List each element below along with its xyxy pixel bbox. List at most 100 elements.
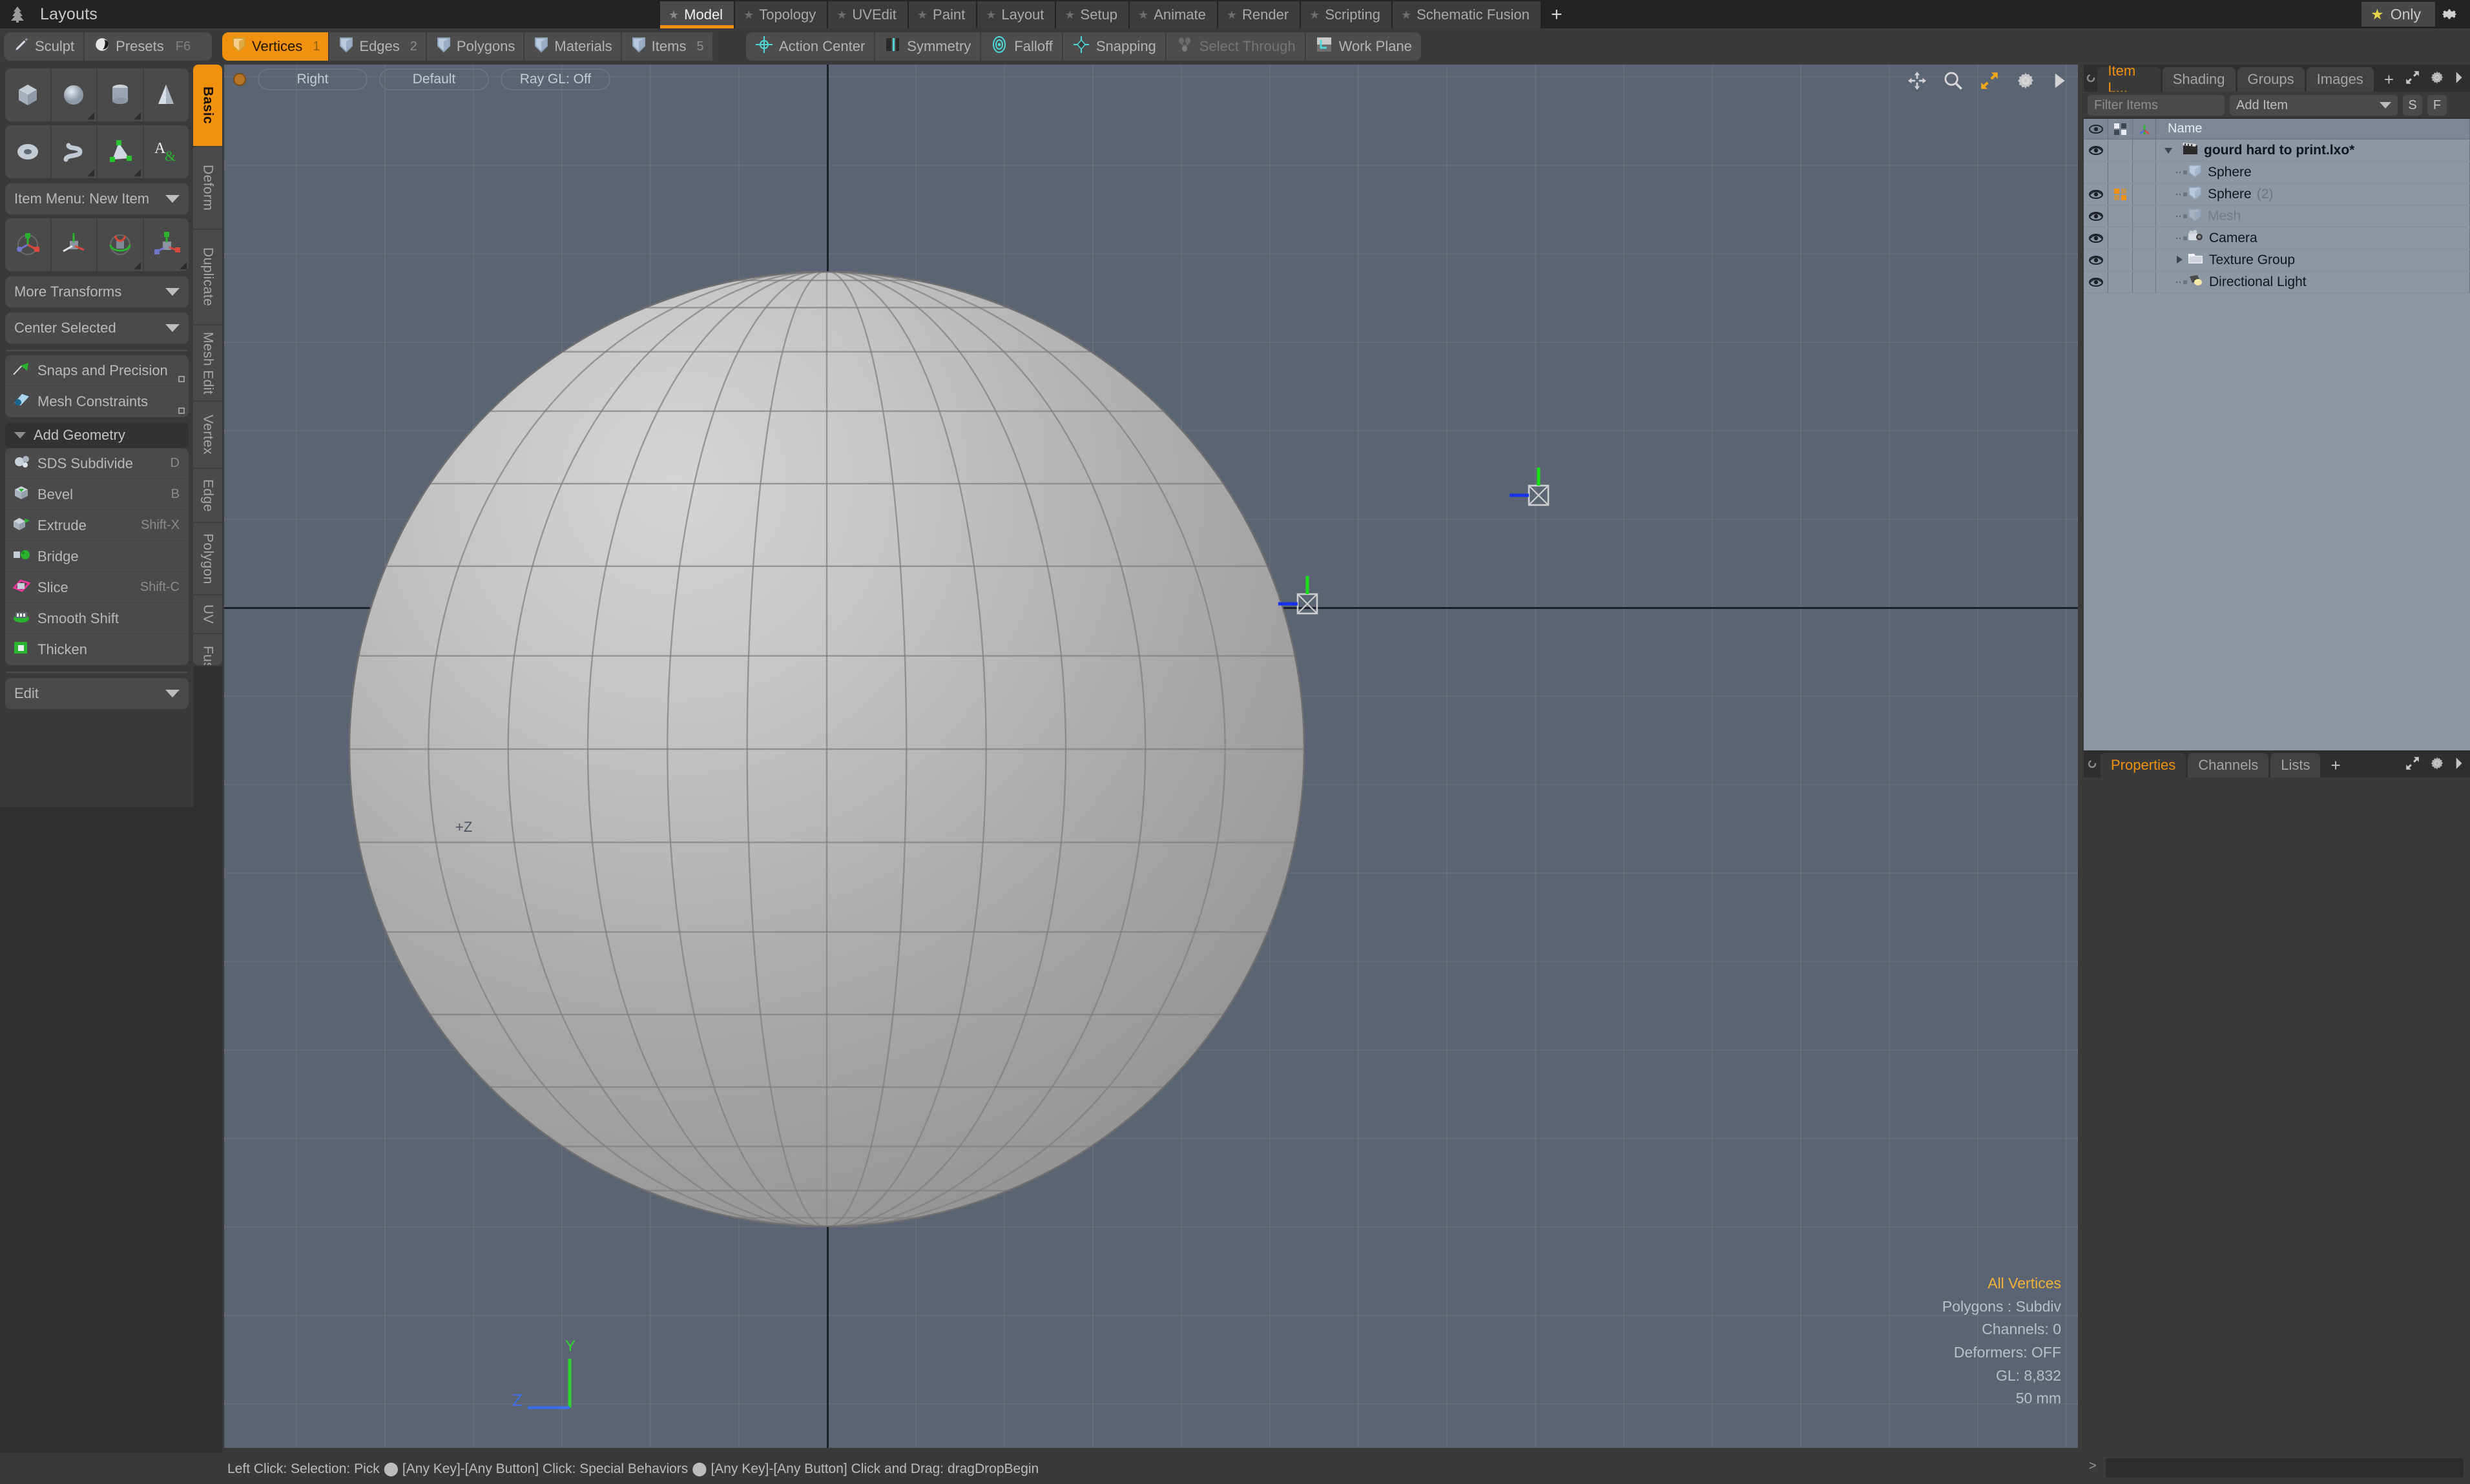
chevron-right-icon[interactable] xyxy=(2453,70,2464,88)
tree-row[interactable]: Directional Light xyxy=(2084,271,2470,293)
selection-indicator[interactable] xyxy=(2108,140,2133,161)
tool-thicken[interactable]: Thicken xyxy=(5,634,189,665)
rotate-tool-button[interactable] xyxy=(98,218,144,271)
only-button[interactable]: ★ Only xyxy=(2361,2,2435,26)
layout-tab-topology[interactable]: ★Topology xyxy=(735,1,828,28)
transform-indicator[interactable] xyxy=(2133,162,2156,183)
layout-tab-render[interactable]: ★Render xyxy=(1218,1,1301,28)
sculpt-button[interactable]: Sculpt xyxy=(4,32,83,61)
layout-tab-paint[interactable]: ★Paint xyxy=(909,1,977,28)
visibility-toggle[interactable] xyxy=(2084,250,2108,271)
transform-indicator[interactable] xyxy=(2133,272,2156,293)
primitive-text-button[interactable]: A& xyxy=(144,125,189,178)
tree-row[interactable]: Texture Group xyxy=(2084,249,2470,271)
tree-row[interactable]: Mesh xyxy=(2084,205,2470,227)
selection-mode-items[interactable]: Items5 xyxy=(622,32,714,61)
primitive-sphere-button[interactable] xyxy=(52,68,98,121)
filter-items-input[interactable]: Filter Items xyxy=(2088,95,2225,116)
tool-extrude[interactable]: ExtrudeShift-X xyxy=(5,510,189,541)
add-geometry-group-header[interactable]: Add Geometry xyxy=(5,422,189,448)
tree-row[interactable]: Sphere xyxy=(2084,161,2470,183)
selection-mode-materials[interactable]: Materials xyxy=(524,32,621,61)
popover-corner-icon[interactable] xyxy=(87,169,94,176)
tree-row-scene[interactable]: gourd hard to print.lxo* xyxy=(2084,139,2470,161)
transform-indicator[interactable] xyxy=(2133,206,2156,227)
3d-viewport[interactable]: Right Default Ray GL: Off +Z Y xyxy=(224,65,2078,1448)
vertical-tab-uv[interactable]: UV xyxy=(193,595,222,634)
tree-row-name-cell[interactable]: Mesh xyxy=(2156,206,2470,227)
selection-mode-vertices[interactable]: Vertices1 xyxy=(222,32,329,61)
panel-lock-icon[interactable] xyxy=(2084,65,2097,92)
vertical-tab-basic[interactable]: Basic xyxy=(193,65,222,147)
panel-tab-add-button[interactable]: + xyxy=(2376,67,2402,92)
tree-row[interactable]: Sphere(2) xyxy=(2084,183,2470,205)
layout-tab-model[interactable]: ★Model xyxy=(660,1,735,28)
pan-icon[interactable] xyxy=(1906,70,1928,95)
tree-row-name-cell[interactable]: Camera xyxy=(2156,228,2470,249)
primitive-torus-button[interactable] xyxy=(5,125,52,178)
scale-tool-button[interactable] xyxy=(144,218,189,271)
vertical-tab-edge[interactable]: Edge xyxy=(193,469,222,523)
mesh-constraints-button[interactable]: Mesh Constraints xyxy=(5,386,189,417)
selection-indicator[interactable] xyxy=(2108,228,2133,249)
tree-row-name-cell[interactable]: gourd hard to print.lxo* xyxy=(2156,140,2470,161)
tree-row-name-cell[interactable]: Sphere(2) xyxy=(2156,184,2470,205)
primitive-tube-button[interactable] xyxy=(52,125,98,178)
selection-indicator[interactable] xyxy=(2108,272,2133,293)
filter-button[interactable]: F xyxy=(2427,95,2447,116)
gear-icon[interactable] xyxy=(2429,755,2445,775)
action-option-action-center[interactable]: Action Center xyxy=(746,32,875,61)
tree-row[interactable]: Camera xyxy=(2084,227,2470,249)
selection-mode-edges[interactable]: Edges2 xyxy=(329,32,427,61)
popover-corner-icon[interactable] xyxy=(134,112,141,119)
visibility-toggle[interactable] xyxy=(2084,184,2108,205)
vertical-tab-fusion[interactable]: Fusion xyxy=(193,634,222,665)
panel-lock-icon[interactable] xyxy=(2084,750,2101,778)
transform-indicator[interactable] xyxy=(2133,228,2156,249)
vertical-tab-vertex[interactable]: Vertex xyxy=(193,402,222,469)
primitive-cone-button[interactable] xyxy=(144,68,189,121)
vertical-tab-mesh-edit[interactable]: Mesh Edit xyxy=(193,325,222,402)
panel-tab-item-l[interactable]: Item L... xyxy=(2097,67,2160,92)
panel-tab-add-button[interactable]: + xyxy=(2322,753,2349,778)
layout-tab-setup[interactable]: ★Setup xyxy=(1056,1,1130,28)
vertical-tab-deform[interactable]: Deform xyxy=(193,147,222,230)
primitive-cylinder-button[interactable] xyxy=(98,68,144,121)
popover-corner-icon[interactable] xyxy=(180,262,187,269)
expand-arrows-icon[interactable] xyxy=(1978,70,2000,95)
layout-tab-uvedit[interactable]: ★UVEdit xyxy=(828,1,909,28)
viewport-menu-dot-icon[interactable] xyxy=(233,73,246,86)
viewport-shading-button[interactable]: Default xyxy=(379,68,489,90)
tool-sds-subdivide[interactable]: SDS SubdivideD xyxy=(5,448,189,479)
visibility-toggle[interactable] xyxy=(2084,162,2108,183)
tool-smooth-shift[interactable]: Smooth Shift xyxy=(5,603,189,634)
play-chevron-icon[interactable] xyxy=(2051,71,2068,94)
item-center-handle[interactable] xyxy=(1269,566,1336,633)
selection-indicator[interactable] xyxy=(2108,250,2133,271)
expander-down-icon[interactable] xyxy=(2159,143,2178,158)
tree-row-name-cell[interactable]: Directional Light xyxy=(2156,272,2470,293)
expand-arrows-icon[interactable] xyxy=(2404,755,2421,775)
transform-indicator[interactable] xyxy=(2133,184,2156,205)
panel-tab-shading[interactable]: Shading xyxy=(2163,67,2236,92)
modo-tree-logo-icon[interactable] xyxy=(0,0,35,28)
gear-icon[interactable] xyxy=(2435,1,2464,27)
layout-tab-animate[interactable]: ★Animate xyxy=(1130,1,1218,28)
viewport-view-button[interactable]: Right xyxy=(258,68,368,90)
add-item-dropdown[interactable]: Add Item xyxy=(2230,95,2398,116)
tool-bevel[interactable]: BevelB xyxy=(5,479,189,510)
visibility-toggle[interactable] xyxy=(2084,228,2108,249)
popover-corner-icon[interactable] xyxy=(134,169,141,176)
visibility-toggle[interactable] xyxy=(2084,272,2108,293)
item-menu-dropdown[interactable]: Item Menu: New Item xyxy=(5,183,189,214)
layout-tab-layout[interactable]: ★Layout xyxy=(977,1,1056,28)
chevron-right-icon[interactable] xyxy=(2453,756,2464,774)
selection-mode-polygons[interactable]: Polygons xyxy=(427,32,525,61)
center-selected-dropdown[interactable]: Center Selected xyxy=(5,313,189,344)
options-box-icon[interactable] xyxy=(178,376,185,382)
move-tool-button[interactable] xyxy=(52,218,98,271)
panel-tab-images[interactable]: Images xyxy=(2307,67,2374,92)
vertical-tab-polygon[interactable]: Polygon xyxy=(193,523,222,595)
panel-tab-properties[interactable]: Properties xyxy=(2101,753,2186,778)
zoom-magnifier-icon[interactable] xyxy=(1942,70,1964,95)
